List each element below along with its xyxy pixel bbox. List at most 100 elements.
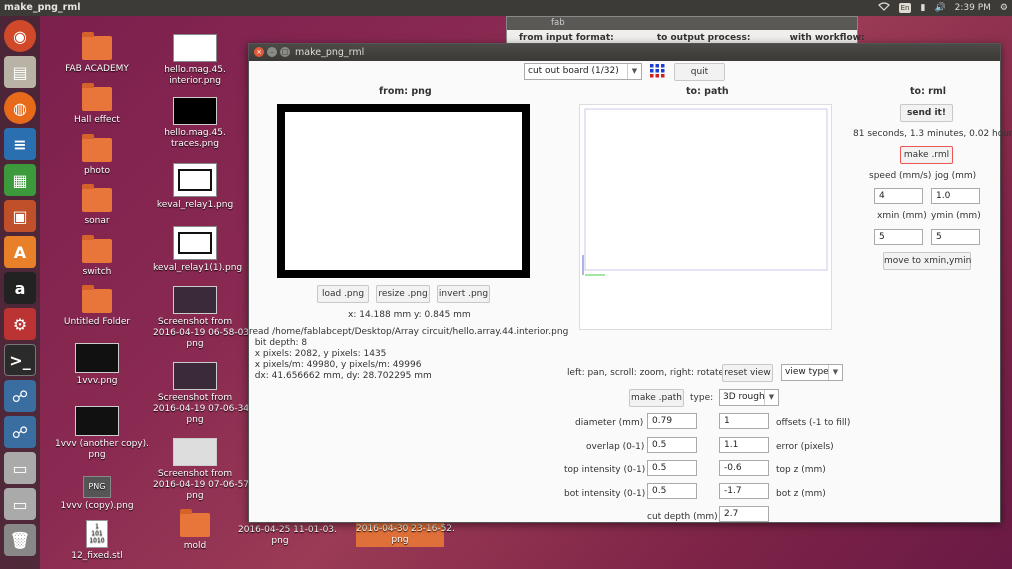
grid-icon[interactable] xyxy=(650,64,665,78)
xmin-label: xmin (mm) xyxy=(877,211,927,221)
speed-label: speed (mm/s) xyxy=(869,171,932,181)
calc-icon[interactable]: ▦ xyxy=(4,164,36,196)
minimize-icon[interactable]: – xyxy=(267,47,277,57)
window-title: make_png_rml xyxy=(295,47,365,58)
overlap-input[interactable]: 0.5 xyxy=(647,437,697,453)
python-icon[interactable]: ☍ xyxy=(4,380,36,412)
clock[interactable]: 2:39 PM xyxy=(955,3,991,13)
desktop-stl-file[interactable]: 1 101 1010 12_fixed.stl xyxy=(55,520,139,562)
desktop-image-file[interactable]: keval_relay1.png xyxy=(153,163,237,211)
invert-png-button[interactable]: invert .png xyxy=(437,285,490,303)
jog-input[interactable]: 1.0 xyxy=(931,188,980,204)
desktop-folder[interactable]: photo xyxy=(55,134,139,177)
keyboard-language-indicator[interactable]: En xyxy=(898,3,912,13)
volume-icon[interactable]: 🔊 xyxy=(934,3,945,13)
window-titlebar: × – □ make_png_rml xyxy=(249,44,1000,61)
fab-window[interactable]: fab from input format: to output process… xyxy=(506,16,865,46)
resize-png-button[interactable]: resize .png xyxy=(376,285,430,303)
overlap-label: overlap (0-1) xyxy=(586,442,645,452)
image-thumbnail xyxy=(173,34,217,62)
trash-icon[interactable]: 🗑 xyxy=(4,524,36,556)
desktop-screenshot-file[interactable]: 2016-04-25 11-01-03. png xyxy=(238,525,337,547)
cursor-coordinates: x: 14.188 mm y: 0.845 mm xyxy=(348,310,471,320)
path-viewer[interactable] xyxy=(579,104,832,330)
python-icon[interactable]: ☍ xyxy=(4,416,36,448)
desktop-image-file[interactable]: 1vvv.png xyxy=(55,343,139,387)
desktop-image-file[interactable]: keval_relay1(1).png xyxy=(153,226,242,274)
settings-icon[interactable]: ⚙ xyxy=(4,308,36,340)
send-it-button[interactable]: send it! xyxy=(900,104,953,122)
load-png-button[interactable]: load .png xyxy=(317,285,369,303)
battery-icon[interactable]: ▮ xyxy=(920,3,925,13)
top-panel: make_png_rml En ▮ 🔊 2:39 PM ⚙ xyxy=(0,0,1012,16)
speed-input[interactable]: 4 xyxy=(874,188,923,204)
xmin-input[interactable]: 5 xyxy=(874,229,923,245)
folder-icon xyxy=(82,285,112,313)
power-gear-icon[interactable]: ⚙ xyxy=(1000,3,1008,13)
chevron-down-icon: ▼ xyxy=(764,390,778,405)
desktop-folder[interactable]: Hall effect xyxy=(55,83,139,126)
system-tray: En ▮ 🔊 2:39 PM ⚙ xyxy=(877,0,1008,16)
impress-icon[interactable]: ▣ xyxy=(4,200,36,232)
desktop-folder[interactable]: mold xyxy=(153,509,237,552)
firefox-icon[interactable]: ◍ xyxy=(4,92,36,124)
error-input[interactable]: 1.1 xyxy=(719,437,769,453)
desktop-image-file[interactable]: hello.mag.45. traces.png xyxy=(153,97,237,150)
amazon-icon[interactable]: a xyxy=(4,272,36,304)
top-z-label: top z (mm) xyxy=(776,465,826,475)
offsets-input[interactable]: 1 xyxy=(719,413,769,429)
desktop-folder[interactable]: Untitled Folder xyxy=(55,285,139,328)
terminal-icon[interactable]: >_ xyxy=(4,344,36,376)
folder-icon xyxy=(82,83,112,111)
move-to-xmin-ymin-button[interactable]: move to xmin,ymin xyxy=(883,252,971,270)
diameter-input[interactable]: 0.79 xyxy=(647,413,697,429)
launcher: ◉ ▤ ◍ ≡ ▦ ▣ A a ⚙ >_ ☍ ☍ ▭ ▭ 🗑 xyxy=(0,16,40,569)
top-z-input[interactable]: -0.6 xyxy=(719,460,769,476)
ymin-input[interactable]: 5 xyxy=(931,229,980,245)
desktop-screenshot-file[interactable]: Screenshot from 2016-04-19 07-06-34. png xyxy=(153,362,252,426)
wifi-icon[interactable] xyxy=(877,2,890,14)
desktop-screenshot-file[interactable]: Screenshot from 2016-04-19 06-58-03. png xyxy=(153,286,252,350)
desktop-image-file[interactable]: PNG 1vvv (copy).png xyxy=(55,476,139,512)
view-type-select[interactable]: view type ▼ xyxy=(781,364,843,381)
desktop-image-file[interactable]: 1vvv (another copy). png xyxy=(55,406,149,461)
cut-depth-input[interactable]: 2.7 xyxy=(719,506,769,522)
software-center-icon[interactable]: A xyxy=(4,236,36,268)
ubuntu-icon[interactable]: ◉ xyxy=(4,20,36,52)
to-rml-header: to: rml xyxy=(910,86,947,97)
desktop-screenshot-file[interactable]: Screenshot from 2016-04-19 07-06-57. png xyxy=(153,438,252,502)
document-icon: 1 101 1010 xyxy=(86,520,108,548)
jog-label: jog (mm) xyxy=(935,171,977,181)
offsets-label: offsets (-1 to fill) xyxy=(776,418,851,428)
reset-view-button[interactable]: reset view xyxy=(722,364,773,382)
maximize-icon[interactable]: □ xyxy=(280,47,290,57)
close-icon[interactable]: × xyxy=(254,47,264,57)
top-intensity-input[interactable]: 0.5 xyxy=(647,460,697,476)
writer-icon[interactable]: ≡ xyxy=(4,128,36,160)
top-intensity-label: top intensity (0-1) xyxy=(564,465,646,475)
folder-icon xyxy=(82,235,112,263)
folder-icon xyxy=(82,134,112,162)
process-select[interactable]: cut out board (1/32) ▼ xyxy=(524,63,642,80)
png-thumbnail: PNG xyxy=(83,476,111,498)
desktop-image-file[interactable]: hello.mag.45. interior.png xyxy=(153,34,237,87)
bot-z-input[interactable]: -1.7 xyxy=(719,483,769,499)
drive-icon[interactable]: ▭ xyxy=(4,488,36,520)
make-rml-button[interactable]: make .rml xyxy=(900,146,953,164)
make-path-button[interactable]: make .path xyxy=(629,389,684,407)
type-label: type: xyxy=(690,393,714,403)
files-icon[interactable]: ▤ xyxy=(4,56,36,88)
image-thumbnail xyxy=(75,406,119,436)
screenshot-thumbnail xyxy=(173,286,217,314)
drive-icon[interactable]: ▭ xyxy=(4,452,36,484)
quit-button[interactable]: quit xyxy=(674,63,725,81)
desktop-folder[interactable]: FAB ACADEMY xyxy=(55,32,139,75)
desktop-screenshot-file-selected[interactable]: 2016-04-30 23-16-52. png xyxy=(356,523,455,547)
desktop-folder[interactable]: switch xyxy=(55,235,139,278)
make-png-rml-window[interactable]: × – □ make_png_rml cut out board (1/32) ▼… xyxy=(248,43,1012,523)
desktop-folder[interactable]: sonar xyxy=(55,184,139,227)
path-type-select[interactable]: 3D rough ▼ xyxy=(719,389,779,406)
bot-intensity-input[interactable]: 0.5 xyxy=(647,483,697,499)
folder-icon xyxy=(180,509,210,537)
fab-titlebar: fab xyxy=(507,17,857,30)
